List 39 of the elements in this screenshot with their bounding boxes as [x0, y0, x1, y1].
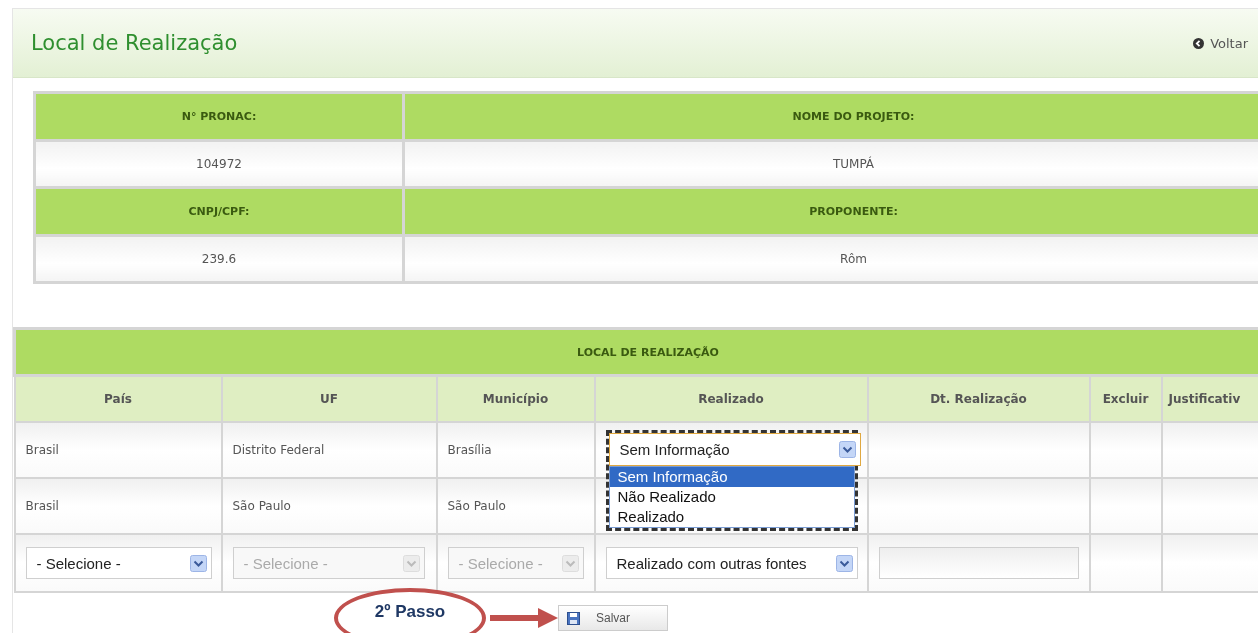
- page-title: Local de Realização: [31, 31, 238, 55]
- select-field[interactable]: - Selecione -: [25, 547, 212, 579]
- select-field[interactable]: Sem Informação: [608, 433, 861, 466]
- dropdown-option[interactable]: Sem Informação: [609, 467, 854, 487]
- column-header: Realizado: [594, 375, 868, 422]
- chevron-down-icon: [189, 554, 207, 572]
- column-header: Excluir: [1089, 375, 1162, 422]
- info-label: PROPONENTE:: [809, 205, 898, 218]
- info-label: CNPJ/CPF:: [188, 205, 250, 218]
- column-header: UF: [221, 375, 437, 422]
- column-header: Justificativ: [1161, 375, 1258, 422]
- table-title: LOCAL DE REALIZAÇÃO: [14, 328, 1258, 376]
- table-cell: Distrito Federal: [232, 443, 325, 457]
- table-cell: Brasil: [25, 499, 59, 513]
- info-value: Rôm: [840, 252, 867, 266]
- annotation-arrow: [490, 608, 558, 628]
- chevron-down-icon: [838, 441, 856, 458]
- table-cell: Brasil: [25, 443, 59, 457]
- column-header: Município: [436, 375, 595, 422]
- info-value: 239.6: [201, 252, 237, 266]
- annotation-label: 2º Passo: [374, 602, 446, 623]
- table-cell: São Paulo: [447, 499, 506, 513]
- date-field[interactable]: [878, 547, 1079, 579]
- chevron-down-icon: [835, 554, 853, 572]
- back-link[interactable]: Voltar: [1193, 35, 1248, 51]
- save-button[interactable]: Salvar: [558, 605, 668, 631]
- table-cell: Brasília: [447, 443, 492, 457]
- table-cell: São Paulo: [232, 499, 291, 513]
- chevron-down-icon: [402, 554, 420, 572]
- dropdown-option[interactable]: Não Realizado: [609, 487, 854, 507]
- info-label: NOME DO PROJETO:: [792, 110, 915, 123]
- info-label: N° PRONAC:: [181, 110, 257, 123]
- column-header: País: [14, 375, 222, 422]
- dropdown-option[interactable]: Realizado: [609, 507, 854, 527]
- info-value: TUMPÁ: [832, 157, 875, 171]
- chevron-down-icon: [561, 554, 579, 572]
- column-header: Dt. Realização: [867, 375, 1090, 422]
- info-value: 104972: [196, 157, 242, 171]
- select-field[interactable]: Realizado com outras fontes: [605, 547, 858, 579]
